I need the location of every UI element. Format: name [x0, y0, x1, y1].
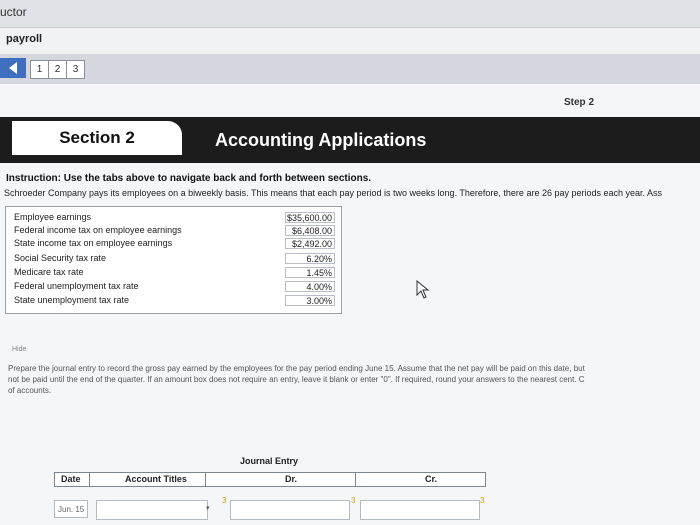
row-label: Employee earnings	[14, 212, 92, 222]
column-divider	[205, 473, 206, 486]
table-row: Employee earnings $35,600.00	[6, 212, 341, 224]
column-header-date: Date	[61, 474, 81, 484]
prompt-line: not be paid until the end of the quarter…	[8, 375, 585, 384]
row-value: 4.00%	[285, 281, 335, 292]
question-nav-strip	[0, 54, 700, 84]
row-label: State income tax on employee earnings	[14, 238, 173, 248]
date-cell: Jun. 15	[54, 500, 88, 518]
row-value: 1.45%	[285, 267, 335, 278]
debit-input[interactable]	[230, 500, 350, 520]
chevron-down-icon: ▾	[206, 505, 210, 512]
cell-marker: 3	[222, 496, 227, 505]
row-label: Federal income tax on employee earnings	[14, 225, 182, 235]
cell-marker: 3	[351, 496, 356, 505]
app-title: uctor	[0, 5, 27, 19]
row-value: $2,492.00	[285, 238, 335, 249]
row-label: Federal unemployment tax rate	[14, 281, 139, 291]
cell-marker: 3	[480, 496, 485, 505]
breadcrumb-bar	[0, 28, 700, 54]
table-row: Federal unemployment tax rate 4.00%	[6, 281, 341, 293]
step-label: Step 2	[564, 97, 595, 108]
section-tab[interactable]: Section 2	[12, 121, 182, 155]
problem-intro: Schroeder Company pays its employees on …	[4, 188, 663, 198]
instruction-text: Instruction: Use the tabs above to navig…	[6, 173, 372, 184]
window-top-bar	[0, 0, 700, 28]
journal-entry-title: Journal Entry	[240, 456, 299, 466]
hide-link[interactable]: Hide	[12, 346, 26, 353]
arrow-left-icon[interactable]	[0, 58, 26, 78]
given-data-table: Employee earnings $35,600.00 Federal inc…	[5, 206, 342, 314]
table-row: State income tax on employee earnings $2…	[6, 238, 341, 250]
row-label: Medicare tax rate	[14, 267, 84, 277]
table-row: Federal income tax on employee earnings …	[6, 225, 341, 237]
row-label: Social Security tax rate	[14, 253, 107, 263]
question-prompt: Prepare the journal entry to record the …	[8, 363, 698, 396]
row-value: 6.20%	[285, 253, 335, 264]
row-value: $35,600.00	[285, 212, 335, 223]
column-divider	[89, 473, 90, 486]
table-row: State unemployment tax rate 3.00%	[6, 295, 341, 307]
account-select[interactable]	[96, 500, 208, 520]
nav-tab-3[interactable]: 3	[66, 60, 85, 79]
course-name[interactable]: payroll	[6, 33, 42, 45]
row-label: State unemployment tax rate	[14, 295, 130, 305]
mouse-pointer-icon	[416, 280, 430, 299]
nav-tab-1[interactable]: 1	[30, 60, 49, 79]
section-title: Accounting Applications	[215, 130, 427, 150]
table-row: Social Security tax rate 6.20%	[6, 253, 341, 265]
column-header-credit: Cr.	[425, 474, 438, 484]
prompt-line: Prepare the journal entry to record the …	[8, 364, 585, 373]
column-header-account: Account Titles	[125, 474, 187, 484]
nav-tab-2[interactable]: 2	[48, 60, 67, 79]
journal-header-row: Date Account Titles Dr. Cr.	[54, 472, 486, 487]
row-value: 3.00%	[285, 295, 335, 306]
column-divider	[355, 473, 356, 486]
row-value: $6,408.00	[285, 225, 335, 236]
credit-input[interactable]	[360, 500, 480, 520]
column-header-debit: Dr.	[285, 474, 298, 484]
prompt-line: of accounts.	[8, 386, 52, 395]
table-row: Medicare tax rate 1.45%	[6, 267, 341, 279]
journal-row: Jun. 15 ▾ 3 3 3	[54, 496, 484, 522]
